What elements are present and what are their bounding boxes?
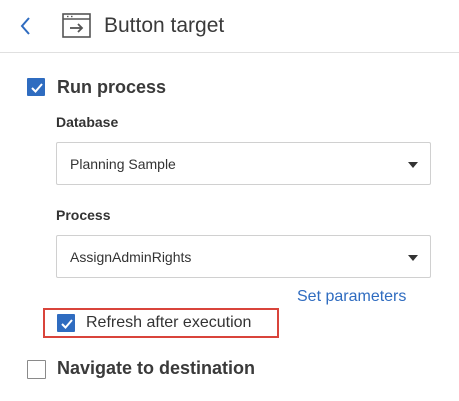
back-button[interactable] bbox=[16, 12, 36, 40]
database-select[interactable]: Planning Sample bbox=[56, 142, 431, 185]
chevron-left-icon bbox=[20, 17, 30, 35]
database-select-value: Planning Sample bbox=[70, 156, 176, 172]
navigate-to-destination-checkbox[interactable] bbox=[27, 360, 46, 379]
caret-down-icon bbox=[408, 162, 418, 168]
navigate-to-destination-label: Navigate to destination bbox=[57, 358, 256, 378]
refresh-after-execution-label: Refresh after execution bbox=[86, 314, 252, 331]
database-label: Database bbox=[56, 114, 119, 130]
checkmark-icon bbox=[31, 83, 43, 93]
process-label: Process bbox=[56, 207, 111, 223]
run-process-label: Run process bbox=[57, 77, 167, 97]
panel-header: Button target bbox=[0, 0, 459, 53]
caret-down-icon bbox=[408, 255, 418, 261]
button-target-panel: Button target Run process Database Plann… bbox=[0, 0, 459, 401]
window-arrow-icon bbox=[62, 12, 92, 40]
process-select[interactable]: AssignAdminRights bbox=[56, 235, 431, 278]
checkmark-icon bbox=[61, 319, 73, 329]
page-title: Button target bbox=[104, 14, 225, 37]
process-select-value: AssignAdminRights bbox=[70, 249, 192, 265]
run-process-checkbox[interactable] bbox=[27, 78, 45, 96]
refresh-after-execution-checkbox[interactable] bbox=[57, 314, 75, 332]
set-parameters-link[interactable]: Set parameters bbox=[297, 288, 406, 306]
